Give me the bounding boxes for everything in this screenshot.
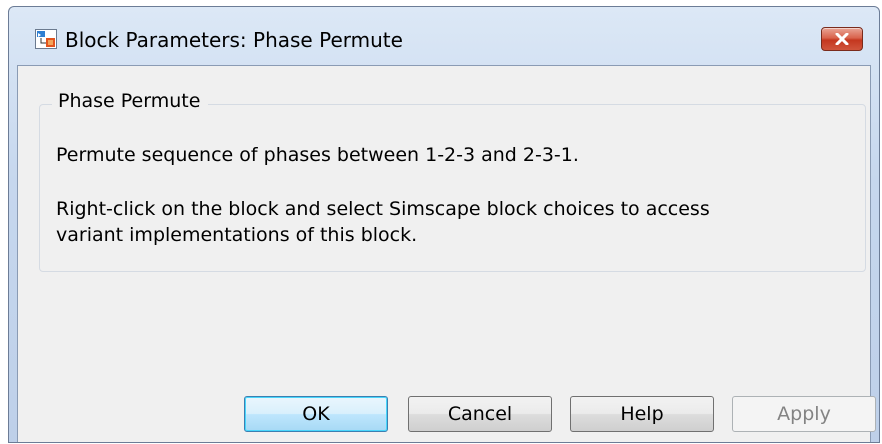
groupbox-title: Phase Permute — [52, 90, 209, 112]
dialog-body: Phase Permute Permute sequence of phases… — [17, 65, 876, 442]
help-button[interactable]: Help — [570, 396, 714, 432]
description-variant-line2: variant implementations of this block. — [56, 224, 418, 246]
cancel-button[interactable]: Cancel — [408, 396, 552, 432]
close-icon — [835, 30, 849, 49]
description-variant-line1: Right-click on the block and select Sims… — [56, 198, 710, 220]
simulink-block-icon — [35, 29, 57, 49]
ok-button[interactable]: OK — [244, 396, 388, 432]
description-text: Permute sequence of phases between 1-2-3… — [56, 144, 579, 166]
title-bar[interactable]: Block Parameters: Phase Permute — [9, 7, 879, 65]
window-title: Block Parameters: Phase Permute — [65, 28, 403, 52]
description-variant-text: Right-click on the block and select Sims… — [56, 196, 710, 248]
dialog-window: Block Parameters: Phase Permute Phase Pe… — [8, 6, 880, 443]
apply-button[interactable]: Apply — [732, 396, 876, 432]
close-button[interactable] — [821, 27, 863, 51]
